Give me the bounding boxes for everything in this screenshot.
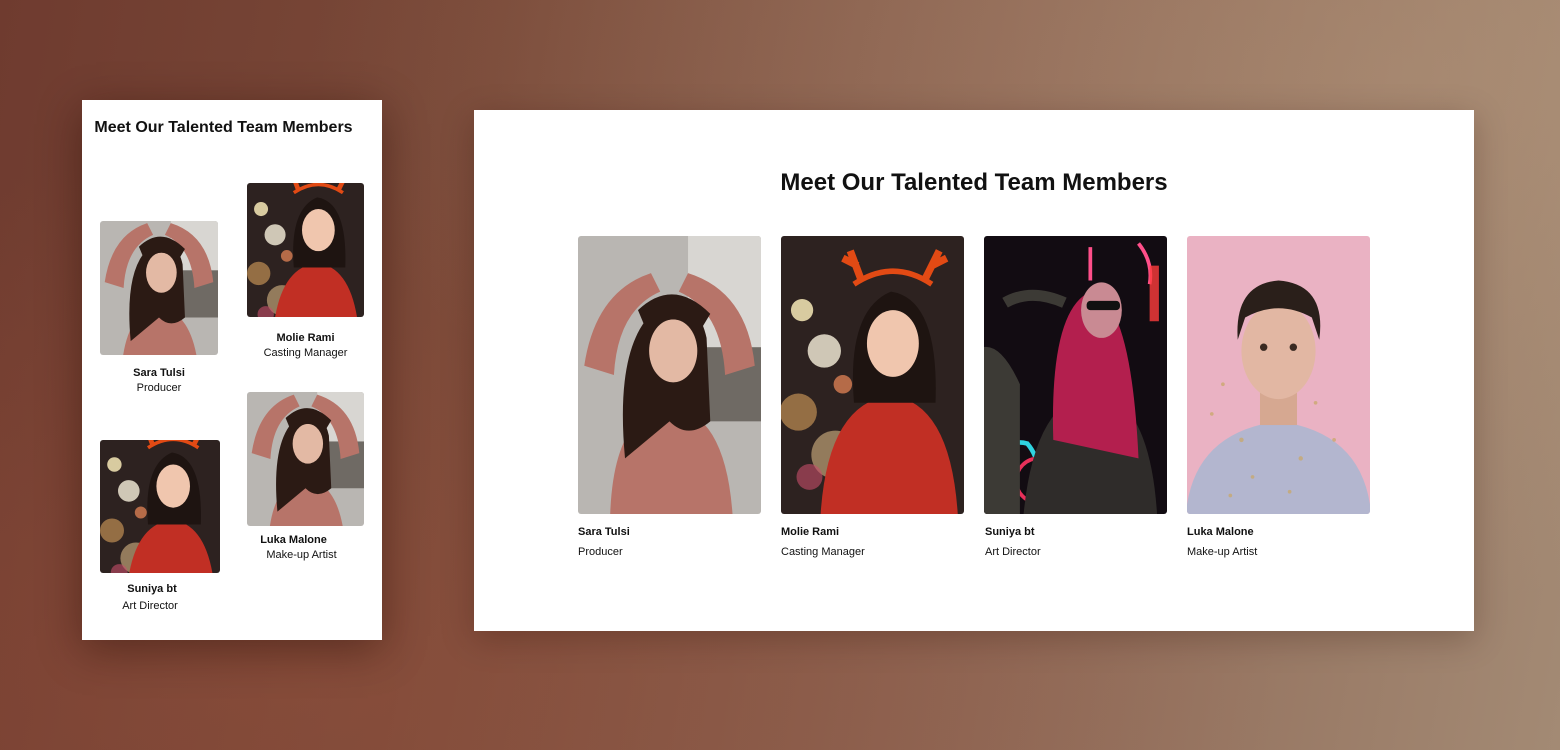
member-role: Casting Manager [263,347,348,359]
member-role: Producer [136,382,182,394]
woman-pink-sweater-photo-icon [100,221,218,355]
team-photo-sara [100,221,218,355]
page-title: Meet Our Talented Team Members [780,169,1168,196]
member-name: Suniya bt [127,583,177,595]
man-pink-background-photo-icon [1187,236,1370,514]
woman-reindeer-antlers-photo-icon [100,440,220,573]
team-photo-luka [247,392,364,526]
member-name: Molie Rami [276,332,335,344]
member-name: Suniya bt [985,526,1035,538]
member-name: Luka Malone [1187,526,1254,538]
member-role: Producer [578,546,623,558]
page-title: Meet Our Talented Team Members [94,119,353,136]
member-name: Molie Rami [781,526,840,538]
team-photo-suniya [984,236,1167,514]
member-role: Art Director [122,600,178,612]
woman-pink-sweater-photo-icon [578,236,761,514]
member-role: Make-up Artist [1187,546,1258,558]
team-photo-molie [247,183,364,317]
woman-neon-lights-photo-icon [984,236,1167,514]
member-role: Casting Manager [781,546,865,558]
team-photo-luka [1187,236,1370,514]
team-photo-molie [781,236,964,514]
member-role: Make-up Artist [266,549,337,561]
woman-reindeer-antlers-photo-icon [247,183,364,317]
woman-reindeer-antlers-photo-icon [781,236,964,514]
team-photo-sara [578,236,761,514]
member-role: Art Director [985,546,1041,558]
woman-pink-sweater-photo-icon [247,392,364,526]
team-photo-suniya [100,440,220,573]
mobile-preview-card: Meet Our Talented Team Members Sara Tuls… [82,100,382,640]
member-name: Luka Malone [260,534,327,546]
desktop-preview-card: Meet Our Talented Team Members Sara Tuls… [474,110,1474,631]
member-name: Sara Tulsi [578,526,630,538]
member-name: Sara Tulsi [133,367,185,379]
